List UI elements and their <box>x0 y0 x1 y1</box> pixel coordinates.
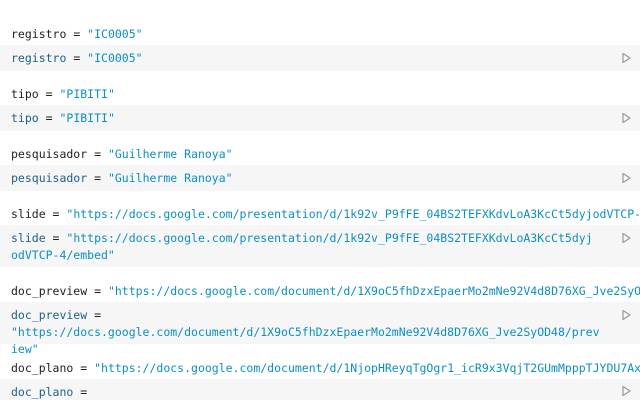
output-string: "https://docs.google.com/presentation/d/… <box>66 207 640 221</box>
cell-input[interactable]: tipo = "PIBITI" <box>0 105 640 131</box>
play-icon[interactable] <box>620 309 632 321</box>
cell-code[interactable]: pesquisador = "Guilherme Ranoya" <box>11 170 600 187</box>
input-equals: = <box>87 308 102 322</box>
cell-input[interactable]: doc_preview = "https://docs.google.com/do… <box>0 302 640 356</box>
output-string: "IC0005" <box>87 27 143 41</box>
output-equals: = <box>87 147 108 161</box>
output-variable: pesquisador <box>11 147 88 161</box>
cell-input[interactable]: doc_plano = <box>0 379 640 400</box>
output-variable: doc_plano <box>11 361 74 375</box>
input-variable: slide <box>11 231 46 245</box>
output-equals: = <box>73 361 95 375</box>
input-string: "Guilherme Ranoya" <box>107 171 233 185</box>
input-equals: = <box>87 171 108 185</box>
play-icon[interactable] <box>620 385 632 397</box>
play-icon[interactable] <box>620 52 632 64</box>
cell-code[interactable]: doc_plano = <box>11 384 600 400</box>
input-equals: = <box>66 51 88 65</box>
output-variable: slide <box>11 207 46 221</box>
output-string: "https://docs.google.com/document/d/1X9o… <box>107 284 640 298</box>
input-variable: doc_plano <box>11 385 74 399</box>
cell-output: doc_plano = "https://docs.google.com/doc… <box>11 360 640 376</box>
output-string: "Guilherme Ranoya" <box>107 147 233 161</box>
input-string: "IC0005" <box>87 51 143 65</box>
output-equals: = <box>66 27 88 41</box>
output-equals: = <box>87 284 108 298</box>
input-variable: doc_preview <box>11 308 88 322</box>
play-icon[interactable] <box>620 232 632 244</box>
input-string: "https://docs.google.com/document/d/1X9o… <box>11 325 600 356</box>
cell-input[interactable]: registro = "IC0005" <box>0 45 640 71</box>
cell-code[interactable]: doc_preview = "https://docs.google.com/do… <box>11 307 600 358</box>
cell-output: pesquisador = "Guilherme Ranoya" <box>11 146 640 162</box>
input-variable: tipo <box>11 111 39 125</box>
cell-input[interactable]: pesquisador = "Guilherme Ranoya" <box>0 165 640 191</box>
input-equals: = <box>73 385 88 399</box>
play-icon[interactable] <box>620 172 632 184</box>
output-string: "https://docs.google.com/document/d/1Njo… <box>94 361 640 375</box>
cell-code[interactable]: slide = "https://docs.google.com/present… <box>11 230 596 264</box>
output-variable: doc_preview <box>11 284 88 298</box>
cell-output: tipo = "PIBITI" <box>11 86 640 102</box>
cell-input[interactable]: slide = "https://docs.google.com/present… <box>0 225 640 267</box>
output-variable: tipo <box>11 87 39 101</box>
cell-output: registro = "IC0005" <box>11 26 640 42</box>
output-variable: registro <box>11 27 67 41</box>
input-string: "PIBITI" <box>59 111 115 125</box>
play-icon[interactable] <box>620 112 632 124</box>
cell-code[interactable]: tipo = "PIBITI" <box>11 110 600 127</box>
output-equals: = <box>45 207 67 221</box>
notebook: registro = "IC0005" registro = "IC0005" … <box>0 0 640 400</box>
input-variable: pesquisador <box>11 171 88 185</box>
cell-output: slide = "https://docs.google.com/present… <box>11 206 640 222</box>
cell-code[interactable]: registro = "IC0005" <box>11 50 600 67</box>
output-string: "PIBITI" <box>59 87 115 101</box>
output-equals: = <box>38 87 60 101</box>
input-equals: = <box>38 111 60 125</box>
cell-output: doc_preview = "https://docs.google.com/d… <box>11 283 640 299</box>
input-equals: = <box>45 231 67 245</box>
input-string: "https://docs.google.com/presentation/d/… <box>11 231 593 262</box>
input-variable: registro <box>11 51 67 65</box>
